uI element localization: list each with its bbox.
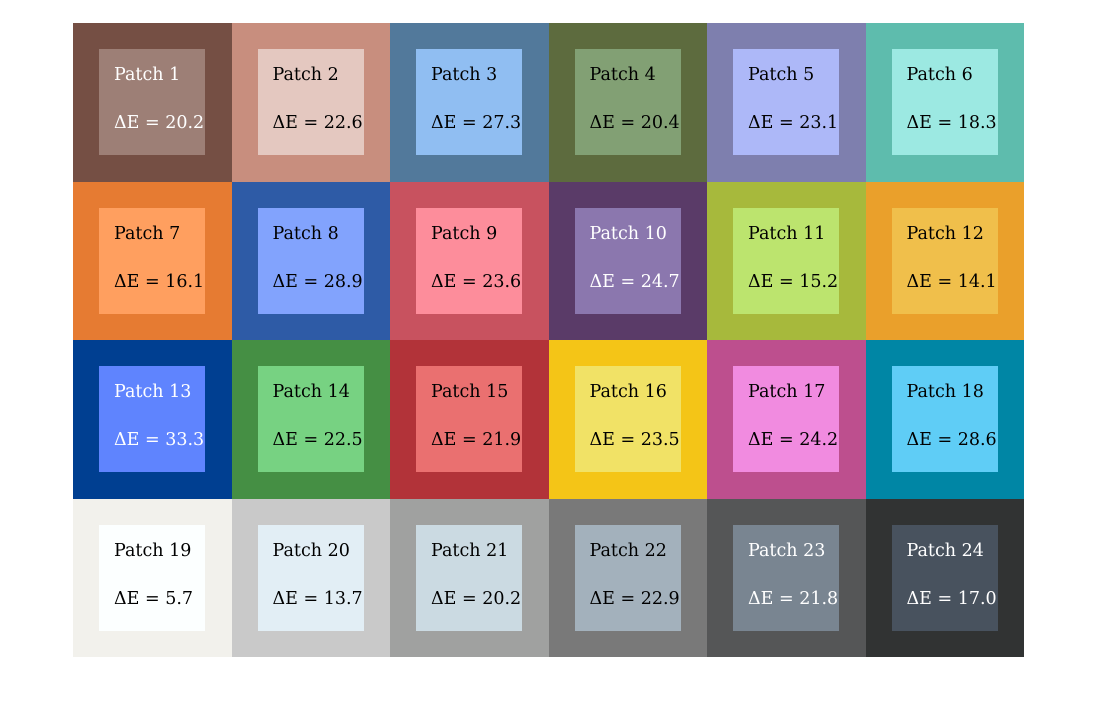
patch-label: Patch 4 (589, 65, 656, 85)
patch-cell-15: Patch 15 ΔE = 21.9 (390, 340, 549, 499)
patch-delta-e: ΔE = 28.6 (906, 430, 997, 450)
color-patch-grid: Patch 1 ΔE = 20.2 Patch 2 ΔE = 22.6 Patc… (73, 23, 1024, 657)
patch-label: Patch 19 (114, 540, 192, 561)
patch-cell-16: Patch 16 ΔE = 23.5 (548, 340, 707, 499)
patch-delta-e: ΔE = 20.2 (431, 588, 522, 609)
patch-cell-3: Patch 3 ΔE = 27.3 (390, 23, 549, 182)
patch-label: Patch 1 (114, 65, 181, 85)
patch-delta-e: ΔE = 17.0 (906, 588, 997, 609)
patch-label: Patch 5 (748, 65, 815, 85)
patch-label: Patch 2 (272, 65, 339, 85)
patch-cell-21: Patch 21 ΔE = 20.2 (390, 498, 549, 657)
patch-delta-e: ΔE = 28.9 (272, 271, 363, 292)
patch-label: Patch 6 (906, 65, 973, 85)
patch-delta-e: ΔE = 23.5 (589, 430, 680, 450)
patch-cell-5: Patch 5 ΔE = 23.1 (707, 23, 866, 182)
patch-delta-e: ΔE = 22.9 (589, 588, 680, 609)
patch-label: Patch 20 (272, 540, 350, 561)
patch-cell-17: Patch 17 ΔE = 24.2 (707, 340, 866, 499)
patch-label: Patch 16 (589, 382, 667, 402)
patch-delta-e: ΔE = 5.7 (114, 588, 194, 609)
patch-cell-4: Patch 4 ΔE = 20.4 (548, 23, 707, 182)
patch-delta-e: ΔE = 24.2 (748, 430, 839, 450)
patch-cell-20: Patch 20 ΔE = 13.7 (231, 498, 390, 657)
patch-cell-12: Patch 12 ΔE = 14.1 (865, 181, 1024, 340)
patch-cell-23: Patch 23 ΔE = 21.8 (707, 498, 866, 657)
patch-delta-e: ΔE = 24.7 (589, 271, 680, 292)
patch-delta-e: ΔE = 21.8 (748, 588, 839, 609)
patch-label: Patch 23 (748, 540, 826, 561)
patch-cell-1: Patch 1 ΔE = 20.2 (73, 23, 232, 182)
patch-cell-9: Patch 9 ΔE = 23.6 (390, 181, 549, 340)
patch-label: Patch 14 (272, 382, 350, 402)
patch-delta-e: ΔE = 13.7 (272, 588, 363, 609)
patch-label: Patch 21 (431, 540, 509, 561)
patch-label: Patch 22 (589, 540, 667, 561)
patch-delta-e: ΔE = 14.1 (906, 271, 997, 292)
patch-label: Patch 10 (589, 223, 667, 244)
patch-cell-14: Patch 14 ΔE = 22.5 (231, 340, 390, 499)
patch-label: Patch 8 (272, 223, 339, 244)
patch-cell-6: Patch 6 ΔE = 18.3 (865, 23, 1024, 182)
patch-cell-11: Patch 11 ΔE = 15.2 (707, 181, 866, 340)
patch-cell-22: Patch 22 ΔE = 22.9 (548, 498, 707, 657)
patch-cell-13: Patch 13 ΔE = 33.3 (73, 340, 232, 499)
patch-label: Patch 9 (431, 223, 498, 244)
patch-delta-e: ΔE = 23.6 (431, 271, 522, 292)
patch-label: Patch 13 (114, 382, 192, 402)
patch-delta-e: ΔE = 18.3 (906, 113, 997, 133)
patch-cell-7: Patch 7 ΔE = 16.1 (73, 181, 232, 340)
patch-label: Patch 12 (906, 223, 984, 244)
patch-delta-e: ΔE = 15.2 (748, 271, 839, 292)
patch-cell-8: Patch 8 ΔE = 28.9 (231, 181, 390, 340)
patch-delta-e: ΔE = 16.1 (114, 271, 205, 292)
patch-label: Patch 24 (906, 540, 984, 561)
patch-label: Patch 15 (431, 382, 509, 402)
patch-delta-e: ΔE = 27.3 (431, 113, 522, 133)
patch-label: Patch 11 (748, 223, 826, 244)
patch-delta-e: ΔE = 21.9 (431, 430, 522, 450)
patch-label: Patch 3 (431, 65, 498, 85)
patch-cell-2: Patch 2 ΔE = 22.6 (231, 23, 390, 182)
patch-label: Patch 17 (748, 382, 826, 402)
patch-label: Patch 7 (114, 223, 181, 244)
patch-delta-e: ΔE = 22.5 (272, 430, 363, 450)
patch-delta-e: ΔE = 20.2 (114, 113, 205, 133)
patch-cell-18: Patch 18 ΔE = 28.6 (865, 340, 1024, 499)
patch-cell-24: Patch 24 ΔE = 17.0 (865, 498, 1024, 657)
patch-delta-e: ΔE = 23.1 (748, 113, 839, 133)
patch-cell-19: Patch 19 ΔE = 5.7 (73, 498, 232, 657)
patch-delta-e: ΔE = 22.6 (272, 113, 363, 133)
patch-delta-e: ΔE = 33.3 (114, 430, 205, 450)
patch-label: Patch 18 (906, 382, 984, 402)
patch-delta-e: ΔE = 20.4 (589, 113, 680, 133)
patch-cell-10: Patch 10 ΔE = 24.7 (548, 181, 707, 340)
